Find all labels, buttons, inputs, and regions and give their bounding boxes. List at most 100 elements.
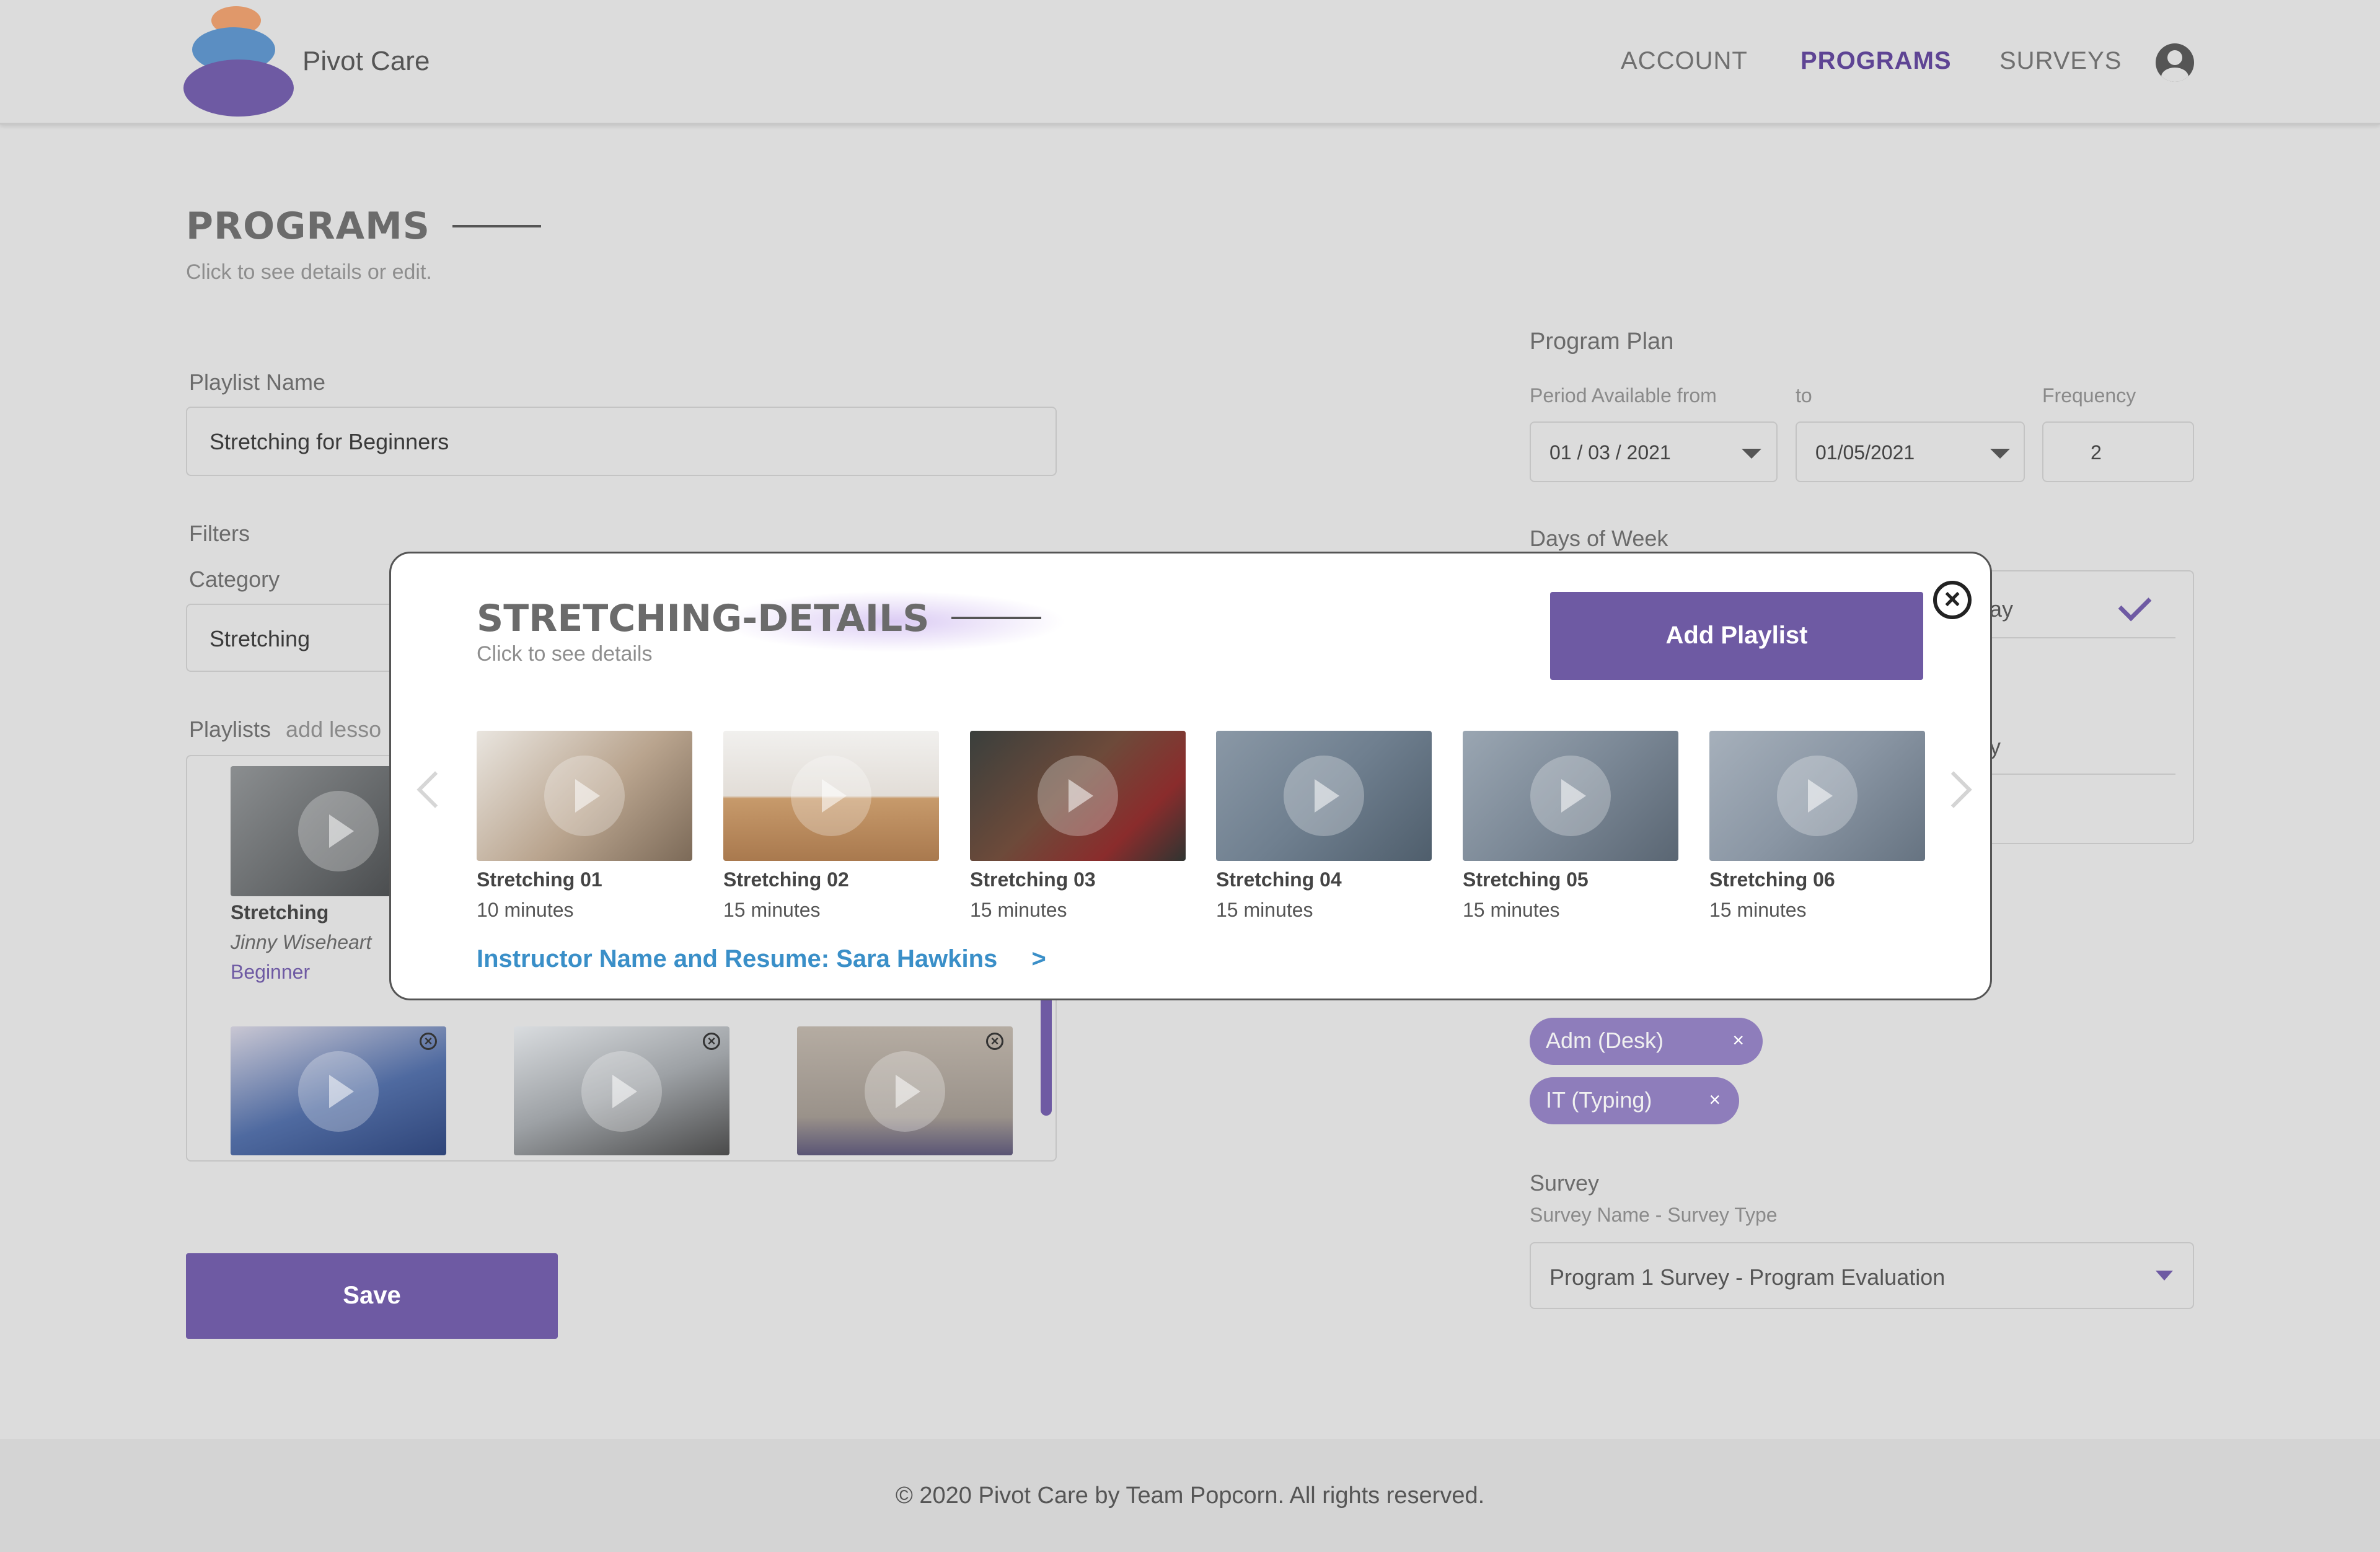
video-thumbnail[interactable] (970, 731, 1186, 861)
video-title: Stretching 04 (1216, 868, 1342, 891)
video-thumbnail[interactable] (1463, 731, 1678, 861)
category-label: Category (189, 567, 280, 592)
instructor-link[interactable]: Instructor Name and Resume: Sara Hawkins… (477, 945, 1046, 973)
remove-lesson-icon[interactable]: × (703, 1033, 720, 1050)
category-value: Stretching (209, 626, 311, 651)
survey-select[interactable]: Program 1 Survey - Program Evaluation (1530, 1242, 2194, 1309)
survey-value: Program 1 Survey - Program Evaluation (1549, 1264, 1946, 1290)
video-title: Stretching 06 (1709, 868, 1835, 891)
footer-copyright: © 2020 Pivot Care by Team Popcorn. All r… (895, 1483, 1485, 1509)
remove-tag-icon[interactable]: × (1732, 1029, 1744, 1052)
video-title: Stretching 01 (477, 868, 602, 891)
playlist-lesson-thumbnail[interactable]: × (797, 1026, 1013, 1155)
survey-label: Survey (1530, 1170, 1600, 1196)
add-playlist-button[interactable]: Add Playlist (1550, 592, 1923, 680)
tag-chip[interactable]: Adm (Desk) × (1530, 1018, 1763, 1065)
date-from-select[interactable]: 01 / 03 / 2021 (1530, 421, 1778, 482)
video-title: Stretching 03 (970, 868, 1096, 891)
video-card[interactable]: Stretching 05 15 minutes (1463, 731, 1678, 922)
play-icon[interactable] (1284, 756, 1364, 836)
nav-surveys[interactable]: SURVEYS (1999, 47, 2122, 75)
instructor-link-text: Instructor Name and Resume: Sara Hawkins (477, 945, 998, 972)
page-title: PROGRAMS (186, 205, 430, 248)
video-thumbnail[interactable] (477, 731, 692, 861)
video-duration: 15 minutes (1463, 899, 1560, 921)
playlist-lesson-thumbnail[interactable]: × (514, 1026, 729, 1155)
frequency-value: 2 (2091, 441, 2102, 464)
chevron-down-icon[interactable] (2156, 1271, 2173, 1281)
video-duration: 10 minutes (477, 899, 574, 921)
video-title: Stretching 02 (723, 868, 849, 891)
playlists-hint: add lesso (286, 716, 382, 742)
chevron-down-icon[interactable] (1990, 449, 2010, 459)
tag-chip-label: Adm (Desk) (1546, 1028, 1664, 1053)
play-icon[interactable] (298, 1051, 379, 1132)
video-thumbnail[interactable] (723, 731, 939, 861)
chevron-down-icon[interactable] (1742, 449, 1761, 459)
playlist-card-instructor: Jinny Wiseheart (231, 931, 372, 953)
video-duration: 15 minutes (723, 899, 821, 921)
day-option-text: ay (1990, 596, 2014, 622)
video-duration: 15 minutes (970, 899, 1067, 921)
close-icon[interactable]: × (1933, 581, 1972, 619)
stretching-details-modal: STRETCHING-DETAILS Click to see details … (389, 552, 1992, 1000)
frequency-input[interactable]: 2 (2042, 421, 2194, 482)
playlist-name-value: Stretching for Beginners (209, 429, 449, 454)
modal-title: STRETCHING-DETAILS (477, 597, 930, 640)
to-label: to (1796, 384, 1812, 407)
remove-lesson-icon[interactable]: × (420, 1033, 437, 1050)
playlists-label: Playlists add lesso (189, 716, 381, 743)
period-label: Period Available from (1530, 384, 1717, 407)
checkmark-icon[interactable] (2118, 588, 2152, 622)
nav-programs[interactable]: PROGRAMS (1800, 47, 1952, 75)
video-card[interactable]: Stretching 02 15 minutes (723, 731, 939, 922)
play-icon[interactable] (1530, 756, 1611, 836)
footer: © 2020 Pivot Care by Team Popcorn. All r… (0, 1439, 2380, 1552)
date-to-select[interactable]: 01/05/2021 (1796, 421, 2025, 482)
play-icon[interactable] (1038, 756, 1118, 836)
nav-account[interactable]: ACCOUNT (1621, 47, 1748, 75)
play-icon[interactable] (298, 791, 379, 871)
survey-sub-label: Survey Name - Survey Type (1530, 1204, 1778, 1226)
video-card[interactable]: Stretching 04 15 minutes (1216, 731, 1432, 922)
tag-chip-label: IT (Typing) (1546, 1087, 1652, 1113)
video-card[interactable]: Stretching 06 15 minutes (1709, 731, 1925, 922)
video-card[interactable]: Stretching 01 10 minutes (477, 731, 692, 922)
user-avatar-icon[interactable] (2156, 43, 2194, 82)
brand-logo[interactable] (183, 6, 298, 118)
add-playlist-label: Add Playlist (1665, 622, 1808, 649)
video-thumbnail[interactable] (1709, 731, 1925, 861)
playlist-lesson-thumbnail[interactable]: × (231, 1026, 446, 1155)
video-duration: 15 minutes (1216, 899, 1313, 921)
video-thumbnail[interactable] (1216, 731, 1432, 861)
title-divider (452, 225, 541, 227)
page-subtitle: Click to see details or edit. (186, 260, 432, 284)
days-of-week-label: Days of Week (1530, 526, 1668, 551)
date-to-value: 01/05/2021 (1815, 441, 1915, 464)
modal-subtitle: Click to see details (477, 642, 653, 666)
video-title: Stretching 05 (1463, 868, 1589, 891)
play-icon[interactable] (865, 1051, 945, 1132)
frequency-label: Frequency (2042, 384, 2136, 407)
top-navbar: Pivot Care ACCOUNT PROGRAMS SURVEYS (0, 0, 2380, 125)
save-button-label: Save (343, 1282, 401, 1309)
program-plan-title: Program Plan (1530, 328, 1674, 355)
carousel-prev-icon[interactable] (416, 771, 454, 808)
video-duration: 15 minutes (1709, 899, 1807, 921)
play-icon[interactable] (1777, 756, 1858, 836)
date-from-value: 01 / 03 / 2021 (1549, 441, 1671, 464)
play-icon[interactable] (581, 1051, 662, 1132)
carousel-next-icon[interactable] (1935, 771, 1972, 808)
playlists-label-text: Playlists (189, 716, 271, 742)
remove-lesson-icon[interactable]: × (986, 1033, 1003, 1050)
instructor-link-arrow: > (1031, 945, 1046, 972)
play-icon[interactable] (791, 756, 871, 836)
video-card[interactable]: Stretching 03 15 minutes (970, 731, 1186, 922)
title-divider (951, 617, 1041, 619)
save-button[interactable]: Save (186, 1253, 558, 1339)
play-icon[interactable] (544, 756, 625, 836)
remove-tag-icon[interactable]: × (1709, 1088, 1721, 1111)
tag-chip[interactable]: IT (Typing) × (1530, 1077, 1739, 1124)
playlist-name-input[interactable]: Stretching for Beginners (186, 407, 1057, 476)
brand-name[interactable]: Pivot Care (302, 46, 430, 77)
